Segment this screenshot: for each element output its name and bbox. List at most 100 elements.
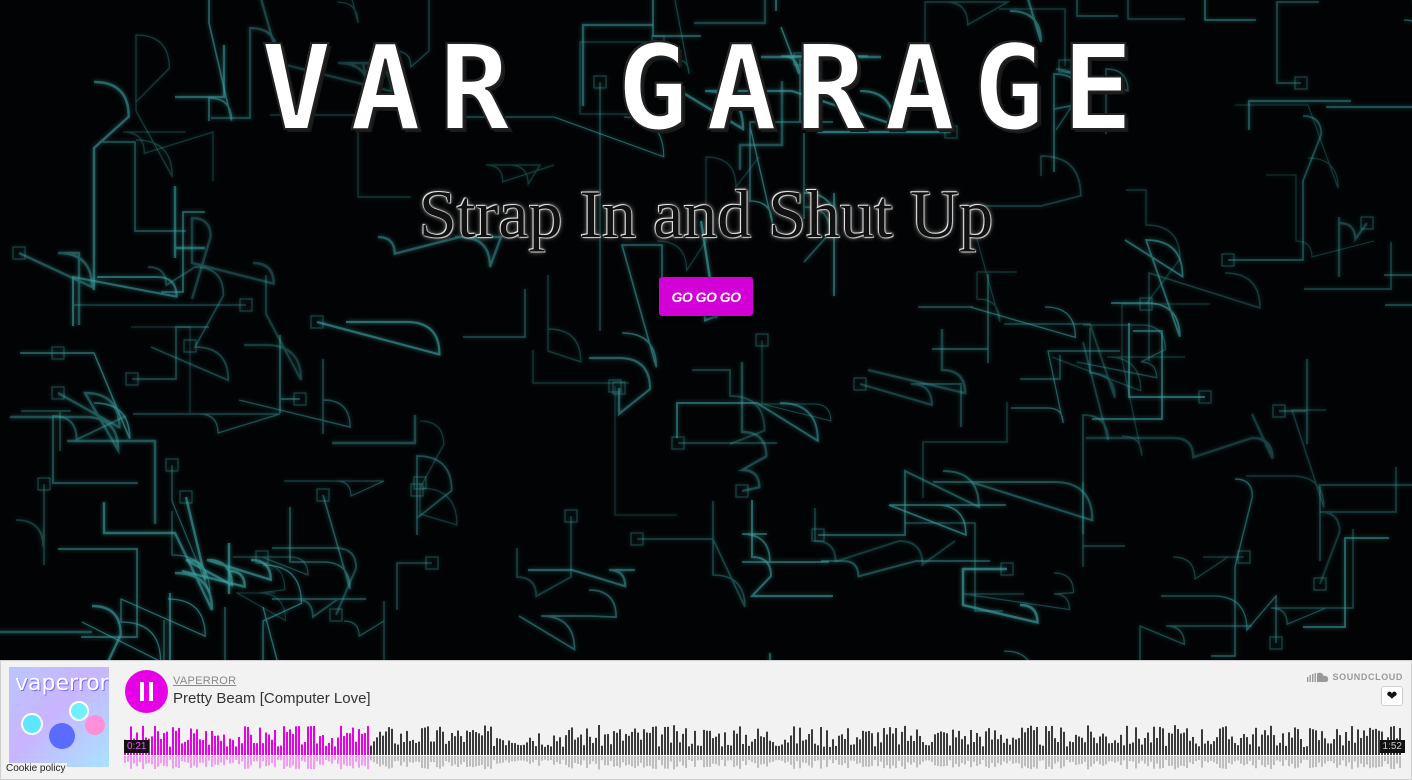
waveform-bar — [865, 731, 867, 755]
waveform-reflection — [808, 756, 810, 766]
waveform-bar — [796, 743, 798, 755]
waveform-reflection — [520, 756, 522, 761]
waveform-bar — [1348, 740, 1350, 755]
waveform-reflection — [178, 756, 180, 769]
waveform-reflection — [766, 756, 768, 767]
circuit-trace — [1172, 556, 1244, 581]
waveform-bar — [1303, 746, 1305, 755]
circuit-trace — [1082, 482, 1125, 567]
waveform-reflection — [883, 756, 885, 769]
waveform-reflection — [397, 756, 399, 761]
waveform-bar — [778, 745, 780, 755]
waveform-bar — [1375, 728, 1377, 755]
waveform-bar — [538, 733, 540, 755]
waveform-reflection — [1285, 756, 1287, 761]
waveform-bar — [1108, 743, 1110, 755]
waveform-reflection — [1063, 756, 1065, 767]
waveform-bar — [1270, 725, 1272, 755]
waveform-reflection — [238, 756, 240, 765]
waveform-bar — [895, 728, 897, 755]
track-title[interactable]: Pretty Beam [Computer Love] — [173, 690, 371, 707]
waveform-reflection — [361, 756, 363, 766]
waveform-bar — [1045, 726, 1047, 755]
waveform-reflection — [985, 756, 987, 767]
circuit-trace — [418, 420, 458, 526]
waveform-bar — [1009, 744, 1011, 755]
waveform-bar — [418, 741, 420, 755]
waveform-reflection — [184, 756, 186, 762]
waveform-bar — [1060, 727, 1062, 755]
track-artwork[interactable]: vaperror — [9, 667, 109, 767]
waveform-reflection — [1009, 756, 1011, 761]
waveform-reflection — [955, 756, 957, 764]
waveform-bar — [322, 735, 324, 755]
pause-button[interactable] — [125, 670, 168, 713]
waveform-bar — [163, 733, 165, 755]
waveform-reflection — [1315, 756, 1317, 768]
waveform-reflection — [1213, 756, 1215, 763]
waveform-bar — [1192, 736, 1194, 755]
waveform-bar — [553, 735, 555, 755]
waveform-reflection — [1261, 756, 1263, 766]
waveform-bar — [808, 734, 810, 755]
waveform-bar — [151, 736, 153, 755]
artist-link[interactable]: VAPERROR — [173, 675, 236, 687]
waveform-bar — [1237, 745, 1239, 755]
waveform-reflection — [784, 756, 786, 763]
waveform-bar — [433, 741, 435, 755]
waveform-reflection — [877, 756, 879, 767]
waveform-reflection — [1126, 756, 1128, 770]
waveform-bar — [385, 731, 387, 755]
cookie-policy-link[interactable]: Cookie policy — [4, 763, 68, 774]
waveform-bar — [901, 731, 903, 755]
waveform-reflection — [742, 756, 744, 761]
waveform-reflection — [370, 756, 372, 761]
waveform-bar — [340, 725, 342, 755]
waveform-reflection — [208, 756, 210, 761]
go-button[interactable]: GO GO GO — [659, 277, 753, 316]
waveform-reflection — [469, 756, 471, 767]
waveform-bar — [736, 733, 738, 755]
waveform-reflection — [562, 756, 564, 760]
waveform-reflection — [196, 756, 198, 768]
waveform-bar — [1156, 737, 1158, 755]
waveform-bar — [931, 741, 933, 755]
waveform-reflection — [268, 756, 270, 766]
waveform-bar — [841, 734, 843, 755]
waveform-reflection — [946, 756, 948, 766]
waveform-bar — [469, 731, 471, 755]
waveform-reflection — [1300, 756, 1302, 764]
waveform-reflection — [1030, 756, 1032, 770]
soundcloud-logo[interactable]: SOUNDCLOUD — [1306, 672, 1404, 682]
waveform-reflection — [1114, 756, 1116, 763]
waveform-reflection — [763, 756, 765, 765]
like-button[interactable]: ❤ — [1381, 686, 1403, 706]
waveform-bar — [574, 739, 576, 755]
waveform-reflection — [388, 756, 390, 769]
waveform-bar — [1012, 737, 1014, 755]
waveform-bar — [190, 728, 192, 755]
waveform-bar — [733, 730, 735, 755]
waveform-bar — [256, 743, 258, 755]
waveform-reflection — [325, 756, 327, 761]
waveform-bar — [334, 746, 336, 755]
waveform-reflection — [574, 756, 576, 763]
circuit-trace — [614, 386, 677, 516]
waveform-bar — [532, 740, 534, 755]
waveform[interactable] — [124, 721, 1404, 771]
circuit-trace — [1211, 478, 1254, 657]
circuit-trace — [768, 653, 772, 660]
waveform-bar — [430, 741, 432, 755]
waveform-bar — [1210, 744, 1212, 755]
waveform-bar — [1294, 727, 1296, 755]
waveform-reflection — [661, 756, 663, 766]
waveform-reflection — [1051, 756, 1053, 770]
waveform-reflection — [166, 756, 168, 767]
waveform-reflection — [412, 756, 414, 763]
waveform-reflection — [823, 756, 825, 760]
waveform-bar — [973, 742, 975, 755]
waveform-reflection — [832, 756, 834, 764]
waveform-reflection — [427, 756, 429, 769]
waveform-reflection — [442, 756, 444, 767]
waveform-bar — [994, 730, 996, 755]
